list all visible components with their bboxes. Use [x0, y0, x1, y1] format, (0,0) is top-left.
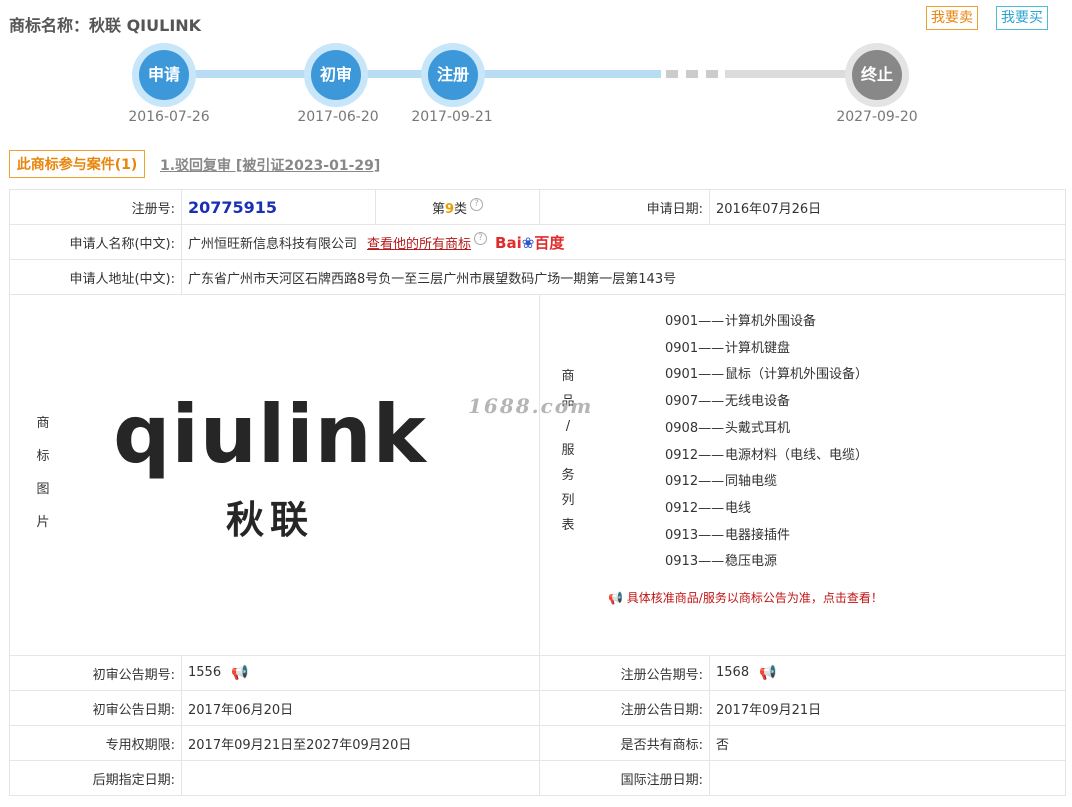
timeline-date-end: 2027-09-20	[836, 109, 918, 125]
baidu-search-icon[interactable]: Bai❀百度	[495, 234, 564, 252]
buy-button[interactable]: 我要买	[996, 6, 1048, 30]
logo-word: qiulink	[113, 388, 427, 481]
megaphone-icon[interactable]: 📢	[759, 665, 776, 681]
service-item: 0901——计算机外围设备	[665, 314, 817, 329]
timeline-progress-bar	[165, 70, 661, 78]
service-item: 0912——电线	[665, 500, 752, 516]
megaphone-icon: 📢	[608, 591, 623, 605]
intl-date-label: 国际注册日期:	[539, 760, 710, 796]
services-notice-link[interactable]: 📢 具体核准商品/服务以商标公告为准，点击查看！	[608, 589, 883, 606]
services-list: 0901——计算机外围设备 0901——计算机键盘 0901——鼠标（计算机外围…	[665, 309, 868, 576]
service-item: 0901——计算机键盘	[665, 340, 791, 356]
service-item: 0913——稳压电源	[665, 554, 778, 570]
megaphone-icon[interactable]: 📢	[231, 665, 248, 681]
services-label: 商 品 / 服 务 列 表	[561, 369, 575, 533]
exclusive-period-label: 专用权期限:	[9, 725, 182, 761]
prelim-no-value: 1556	[188, 665, 222, 680]
trademark-image-cell: 商 标 图 片 qiulink 秋联	[9, 294, 540, 656]
image-label: 商 标 图 片	[36, 416, 50, 530]
class-number: 9	[444, 201, 455, 217]
trademark-info-table: 注册号: 20775915 第9类? 申请日期: 2016年07月26日 申请人…	[9, 189, 1066, 796]
case-link[interactable]: 1.驳回复审 [被引证2023-01-29]	[160, 155, 380, 175]
class-cell: 第9类?	[375, 189, 540, 225]
exclusive-period-value: 2017年09月21日至2027年09月20日	[181, 725, 540, 761]
timeline-step-register: 注册	[421, 43, 485, 107]
help-icon[interactable]: ?	[470, 197, 484, 211]
prelim-date-value: 2017年06月20日	[181, 690, 540, 726]
services-cell: 商 品 / 服 务 列 表 0901——计算机外围设备 0901——计算机键盘 …	[539, 294, 1066, 656]
reg-pub-no-value: 1568	[716, 665, 750, 680]
timeline-step-end: 终止	[845, 43, 909, 107]
service-item: 0908——头戴式耳机	[665, 420, 791, 436]
intl-date-value	[709, 760, 1066, 796]
shared-trademark-value: 否	[709, 725, 1066, 761]
help-icon[interactable]: ?	[474, 231, 488, 245]
service-item: 0907——无线电设备	[665, 394, 791, 410]
shared-trademark-label: 是否共有商标:	[539, 725, 710, 761]
service-item: 0901——鼠标（计算机外围设备）	[665, 367, 869, 383]
apply-date-label: 申请日期:	[539, 189, 710, 225]
cases-tab[interactable]: 此商标参与案件(1)	[9, 150, 145, 178]
timeline-step-prelim: 初审	[304, 43, 368, 107]
watermark: 1688.com	[468, 394, 594, 418]
prelim-date-label: 初审公告日期:	[9, 690, 182, 726]
later-date-label: 后期指定日期:	[9, 760, 182, 796]
later-date-value	[181, 760, 540, 796]
timeline-dash	[686, 70, 698, 78]
timeline-dash	[666, 70, 678, 78]
reg-no-value: 20775915	[188, 197, 278, 217]
page-title: 商标名称：秋联 QIULINK	[9, 16, 202, 35]
reg-no-label: 注册号:	[9, 189, 182, 225]
timeline-date-prelim: 2017-06-20	[297, 109, 379, 125]
reg-pub-no-label: 注册公告期号:	[539, 655, 710, 691]
sell-button[interactable]: 我要卖	[926, 6, 978, 30]
reg-pub-date-value: 2017年09月21日	[709, 690, 1066, 726]
applicant-value: 广州恒旺新信息科技有限公司	[188, 236, 358, 252]
timeline-step-apply: 申请	[132, 43, 196, 107]
service-item: 0913——电器接插件	[665, 527, 791, 543]
address-label: 申请人地址(中文):	[9, 259, 182, 295]
service-item: 0912——同轴电缆	[665, 474, 778, 490]
logo-chinese: 秋联	[225, 497, 314, 542]
applicant-label: 申请人名称(中文):	[9, 224, 182, 260]
reg-pub-date-label: 注册公告日期:	[539, 690, 710, 726]
service-item: 0912——电源材料（电线、电缆）	[665, 447, 869, 463]
trademark-logo: qiulink 秋联	[100, 395, 440, 544]
timeline-dash	[706, 70, 718, 78]
apply-date-value: 2016年07月26日	[709, 189, 1066, 225]
timeline-date-apply: 2016-07-26	[128, 109, 210, 125]
view-all-trademarks-link[interactable]: 查看他的所有商标	[367, 237, 471, 252]
address-value: 广东省广州市天河区石牌西路8号负一至三层广州市展望数码广场一期第一层第143号	[181, 259, 1066, 295]
timeline-date-register: 2017-09-21	[411, 109, 493, 125]
prelim-no-label: 初审公告期号:	[9, 655, 182, 691]
